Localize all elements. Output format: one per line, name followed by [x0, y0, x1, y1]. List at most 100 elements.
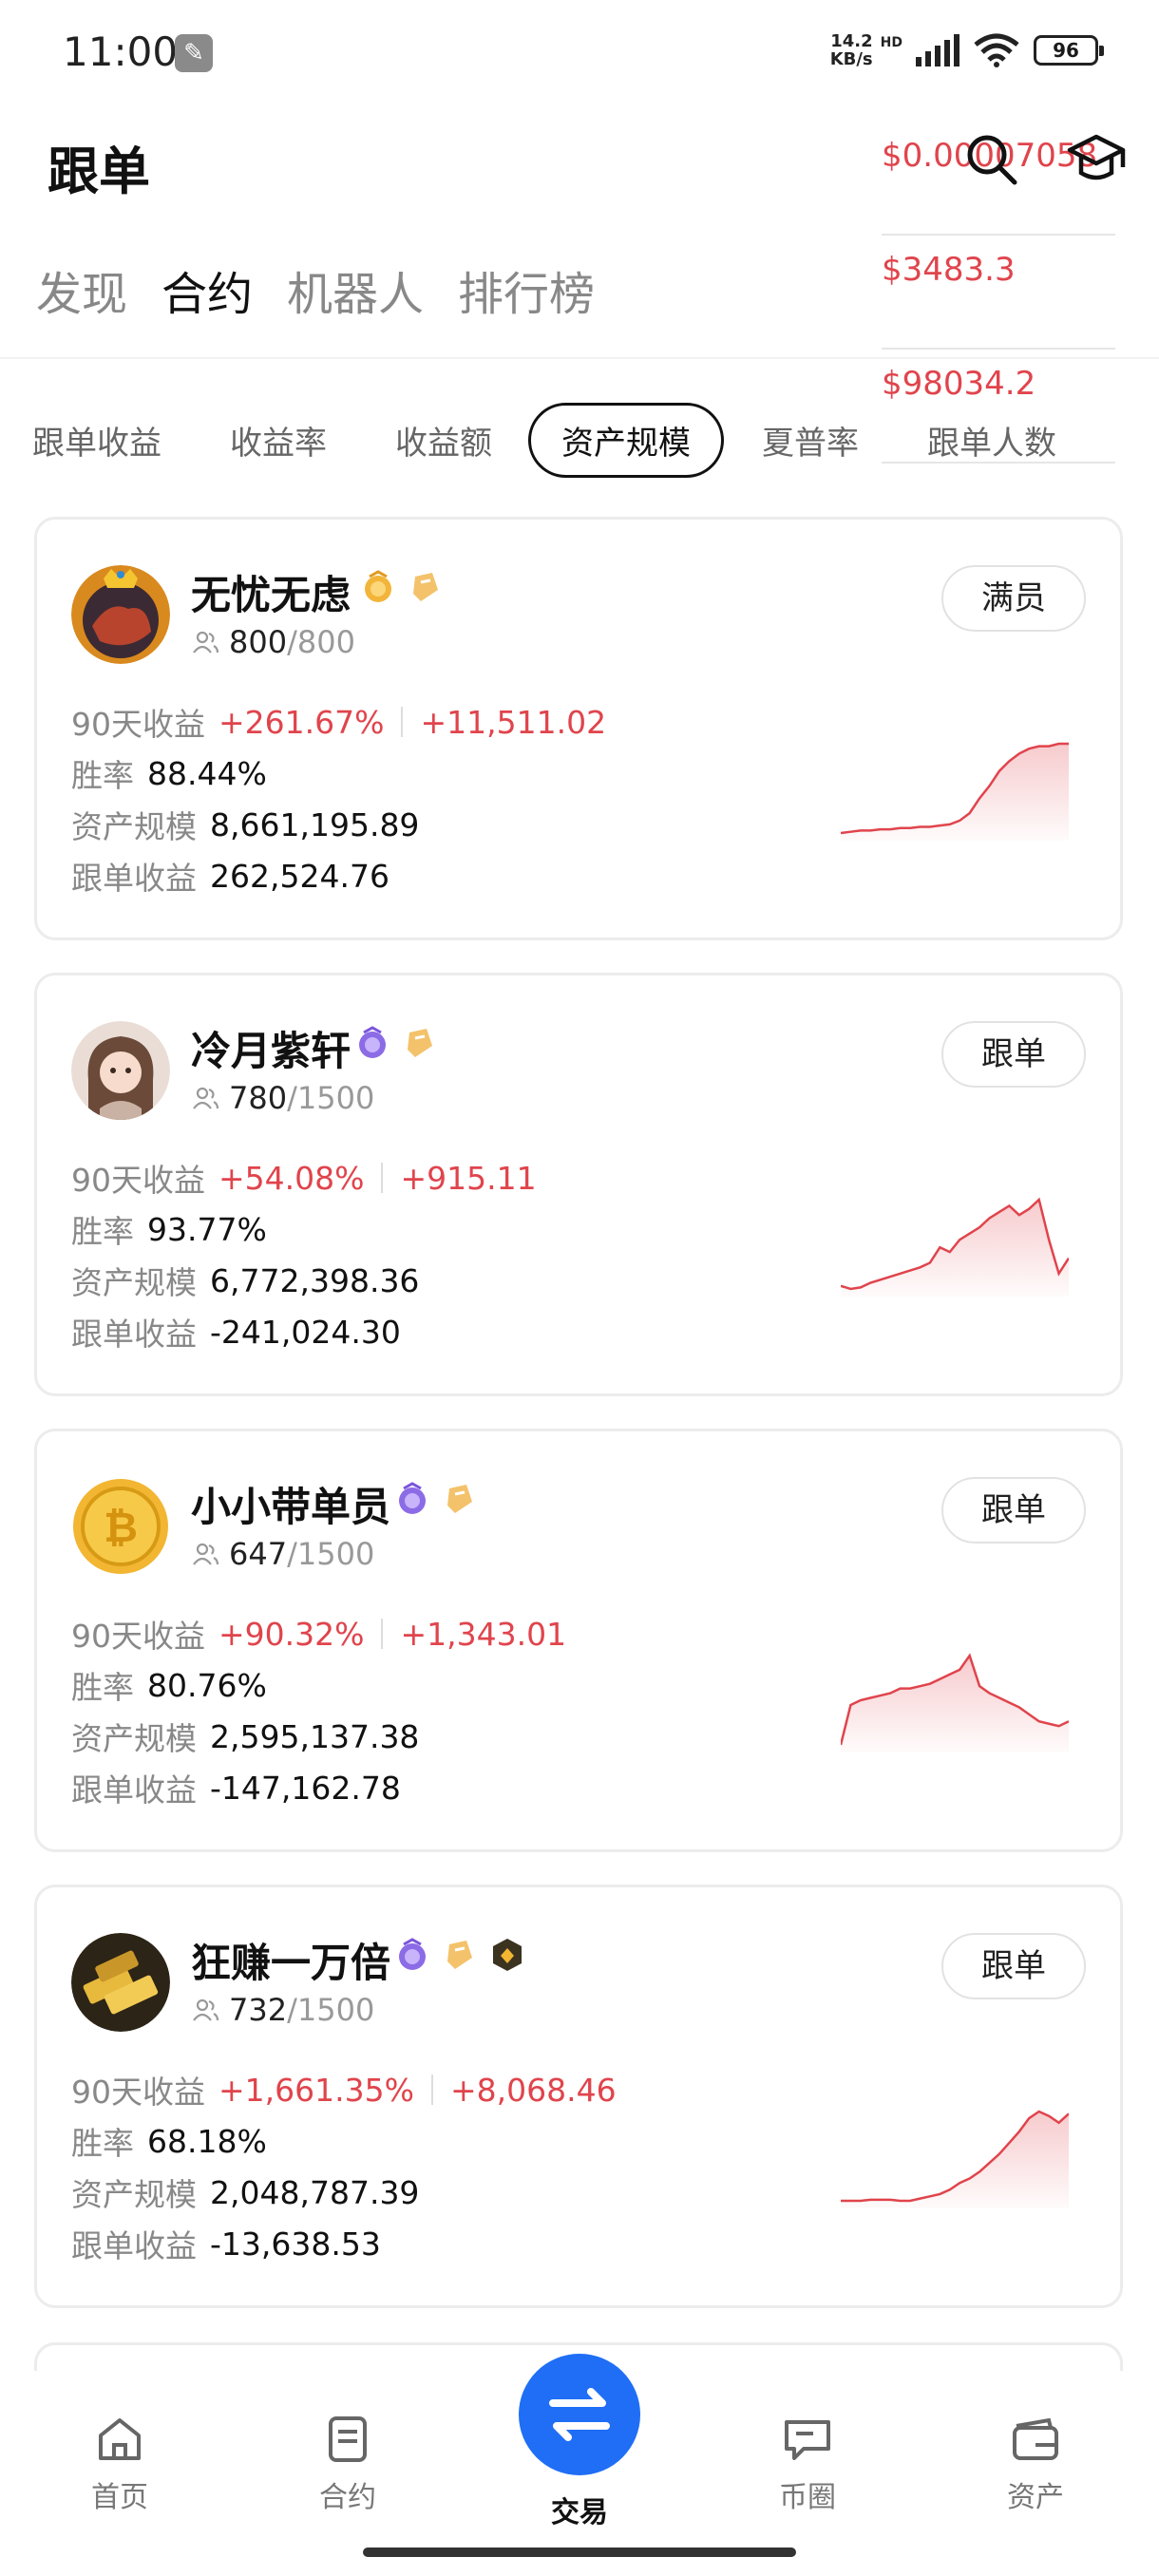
main-tabs: 发现 合约 机器人 排行榜 [36, 256, 595, 323]
sort-chip-return-rate[interactable]: 收益率 [230, 417, 327, 464]
follow-button[interactable]: 跟单 [941, 1477, 1086, 1544]
page-title: 跟单 [48, 142, 150, 201]
shield-badge-icon [413, 573, 438, 601]
return-90d-amount: +1,343.01 [400, 1615, 567, 1653]
sparkline-chart [841, 2110, 1069, 2208]
people-icon [193, 1998, 219, 2021]
stat-label: 跟单收益 [71, 860, 197, 897]
trader-card[interactable]: 无忧无虑 800/800 满员 90天收益 +261.67% +11,511.02 … [34, 517, 1123, 940]
home-indicator [363, 2548, 796, 2557]
purple-medal-icon [399, 1482, 426, 1514]
sparkline-chart [841, 1653, 1069, 1752]
purple-medal-icon [359, 1026, 386, 1058]
trader-card[interactable]: 狂赚一万倍 732/1500 跟单 90天收益 +1,661.35% +8,068.… [34, 1885, 1123, 2308]
trader-name: 无忧无虑 [191, 572, 352, 618]
tab-leaderboard[interactable]: 排行榜 [458, 256, 595, 323]
shield-badge-icon [408, 1029, 432, 1057]
signal-icon [916, 34, 960, 66]
return-90d-pct: +261.67% [218, 703, 385, 741]
nav-item-assets[interactable]: 资产 [960, 2411, 1112, 2515]
wallet-icon [1013, 2417, 1058, 2460]
stat-label: 90天收益 [71, 1162, 205, 1199]
win-rate: 88.44% [147, 754, 267, 792]
sort-chip-aum[interactable]: 资产规模 [528, 403, 724, 478]
win-rate: 68.18% [147, 2122, 267, 2160]
people-icon [193, 1087, 219, 1109]
stat-label: 资产规模 [71, 1720, 197, 1757]
nav-item-community[interactable]: 币圈 [732, 2411, 884, 2515]
trader-name: 小小带单员 [191, 1484, 391, 1530]
trader-name: 狂赚一万倍 [191, 1940, 391, 1986]
trader-name: 冷月紫轩 [191, 1028, 352, 1074]
sparkline-area [841, 2112, 1069, 2208]
trader-card[interactable]: 冷月紫轩 780/1500 跟单 90天收益 +54.08% +915.11 胜率 9… [34, 973, 1123, 1396]
status-time: 11:00 [63, 28, 179, 75]
win-rate: 93.77% [147, 1210, 267, 1248]
avatar [71, 1021, 170, 1120]
trader-stats: 90天收益 +90.32% +1,343.01 胜率 80.76% 资产规模 2,595… [71, 1608, 566, 1813]
tab-discover[interactable]: 发现 [36, 256, 127, 323]
trade-button[interactable] [519, 2354, 640, 2475]
ticker-price: $3483.3 [882, 236, 1115, 350]
follow-button[interactable]: 跟单 [941, 1933, 1086, 1999]
badge-group [354, 1025, 438, 1061]
win-rate: 80.76% [147, 1666, 267, 1704]
return-90d-pct: +54.08% [218, 1159, 365, 1197]
graduation-cap-icon[interactable] [1066, 129, 1127, 190]
follow-pnl: 262,524.76 [210, 857, 390, 895]
follow-pnl: -13,638.53 [210, 2225, 381, 2263]
hd-label: HD [880, 35, 902, 50]
nav-item-home[interactable]: 首页 [44, 2411, 196, 2515]
avatar [71, 565, 170, 664]
shield-badge-icon [447, 1485, 472, 1513]
aum-value: 8,661,195.89 [210, 805, 420, 843]
sort-chip-sharpe[interactable]: 夏普率 [762, 417, 859, 464]
wifi-icon [974, 33, 1019, 67]
gold-medal-icon [365, 570, 391, 602]
battery-indicator: 96 [1034, 35, 1104, 66]
trade-swap-icon [549, 2388, 610, 2441]
aum-value: 2,595,137.38 [210, 1717, 420, 1755]
sparkline-area [841, 744, 1069, 841]
tab-contract[interactable]: 合约 [162, 256, 253, 323]
tab-robot[interactable]: 机器人 [287, 256, 424, 323]
stat-label: 胜率 [71, 2125, 134, 2162]
trader-card[interactable]: ₿ 小小带单员 647/1500 跟单 90天收益 +90.32% +1,343.0… [34, 1429, 1123, 1852]
sort-chip-followers[interactable]: 跟单人数 [927, 417, 1056, 464]
wrench-icon: ✎ [175, 34, 213, 72]
nav-item-contract[interactable]: 合约 [272, 2411, 424, 2515]
nav-label-trade[interactable]: 交易 [504, 2489, 656, 2530]
sort-chip-return-amount[interactable]: 收益额 [395, 417, 492, 464]
return-90d-amount: +11,511.02 [420, 703, 607, 741]
stat-label: 跟单收益 [71, 1771, 197, 1809]
avatar: ₿ [73, 1479, 168, 1574]
follow-full-button[interactable]: 满员 [941, 565, 1086, 632]
search-icon[interactable] [961, 129, 1022, 190]
stat-label: 资产规模 [71, 808, 197, 845]
stat-label: 资产规模 [71, 1264, 197, 1301]
return-90d-pct: +1,661.35% [218, 2071, 414, 2109]
stat-label: 资产规模 [71, 2176, 197, 2213]
aum-value: 2,048,787.39 [210, 2173, 420, 2211]
stat-label: 跟单收益 [71, 1316, 197, 1353]
svg-text:₿: ₿ [104, 1504, 138, 1552]
shield-badge-icon [447, 1941, 472, 1969]
follow-button[interactable]: 跟单 [941, 1021, 1086, 1088]
sort-chip-follow-pnl[interactable]: 跟单收益 [32, 417, 162, 464]
follower-count: 780/1500 [191, 1080, 374, 1116]
stat-label: 90天收益 [71, 2074, 205, 2111]
bottom-nav: 首页 合约 交易 币圈 资产 [0, 2354, 1159, 2576]
stat-label: 胜率 [71, 757, 134, 794]
badge-group [360, 569, 444, 605]
stat-label: 跟单收益 [71, 2227, 197, 2264]
divider [0, 357, 1159, 359]
hexagon-badge-icon [493, 1939, 522, 1971]
sparkline-area [841, 1656, 1069, 1752]
purple-medal-icon [399, 1938, 426, 1970]
trader-stats: 90天收益 +1,661.35% +8,068.46 胜率 68.18% 资产规模 2,… [71, 2064, 617, 2269]
badge-group [394, 1481, 478, 1517]
sparkline-chart [841, 742, 1069, 841]
people-icon [193, 1543, 219, 1565]
return-90d-amount: +915.11 [400, 1159, 537, 1197]
follower-count: 800/800 [191, 624, 355, 660]
